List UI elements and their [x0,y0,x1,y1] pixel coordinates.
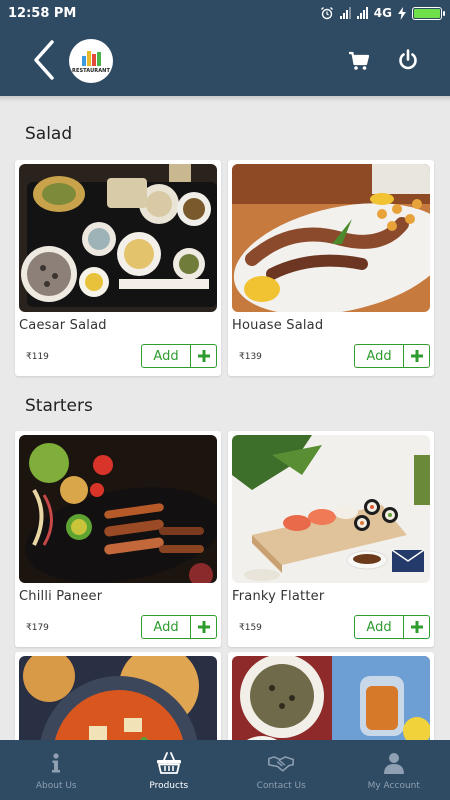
basket-icon [156,752,182,774]
nav-my-account[interactable]: My Account [338,740,450,800]
product-name: Chilli Paneer [19,589,103,604]
add-button[interactable]: Add [142,616,191,638]
product-price: ₹139 [239,352,262,362]
add-to-cart-control: Add [141,615,217,639]
battery-level [414,8,440,18]
increase-quantity-button[interactable] [404,616,429,638]
add-button[interactable]: Add [355,345,404,367]
increase-quantity-button[interactable] [191,345,216,367]
plus-icon [410,621,423,633]
product-name: Houase Salad [232,318,324,333]
product-price: ₹159 [239,623,262,633]
product-name: Caesar Salad [19,318,107,333]
product-card[interactable] [15,652,221,740]
app-header: RESTAURANT [0,26,450,96]
back-arrow-icon [34,40,54,80]
product-price: ₹119 [26,352,49,362]
nav-contact-us[interactable]: Contact Us [225,740,338,800]
bento-food-image [19,164,217,312]
curry-food-image [19,656,217,740]
signal-icon [356,7,368,19]
section-title-starters: Starters [25,396,93,416]
section-title-salad: Salad [25,124,73,144]
increase-quantity-button[interactable] [191,616,216,638]
plus-icon [410,350,423,362]
product-image[interactable] [19,435,217,583]
add-button[interactable]: Add [142,345,191,367]
back-button[interactable] [26,38,62,82]
nav-label: About Us [35,781,77,791]
add-button[interactable]: Add [355,616,404,638]
status-bar: 12:58 PM 4G [0,0,450,26]
cart-button[interactable] [348,50,370,72]
nav-about-us[interactable]: About Us [0,740,113,800]
product-image[interactable] [19,656,217,740]
calamari-food-image [232,164,430,312]
nav-label: My Account [367,781,420,791]
product-card[interactable]: Houase Salad ₹139 Add [228,160,434,376]
add-to-cart-control: Add [354,615,430,639]
power-icon [399,49,417,70]
status-time: 12:58 PM [8,5,77,21]
logout-button[interactable] [396,48,420,72]
product-card[interactable] [228,652,434,740]
info-icon [43,752,69,774]
product-name: Franky Flatter [232,589,325,604]
bottom-navigation: About Us Products Contact Us My Account [0,740,450,800]
product-price: ₹179 [26,623,49,633]
handshake-icon [268,752,295,774]
add-to-cart-control: Add [354,344,430,368]
battery-icon [412,6,445,20]
nav-products[interactable]: Products [113,740,226,800]
charging-icon [398,6,406,20]
logo-text: RESTAURANT [72,67,110,74]
plus-icon [197,621,210,633]
kebab-platter-image [19,435,217,583]
product-image[interactable] [19,164,217,312]
increase-quantity-button[interactable] [404,345,429,367]
status-icons: 4G [320,6,445,20]
nav-label: Contact Us [256,781,306,791]
sushi-platter-image [232,435,430,583]
cart-icon [349,51,370,70]
product-image[interactable] [232,656,430,740]
restaurant-logo: RESTAURANT [69,39,113,83]
add-to-cart-control: Add [141,344,217,368]
alarm-icon [320,7,333,20]
network-type: 4G [373,6,392,20]
product-card[interactable]: Franky Flatter ₹159 Add [228,431,434,647]
product-card[interactable]: Chilli Paneer ₹179 Add [15,431,221,647]
rice-and-pickle-image [232,656,430,740]
product-card[interactable]: Caesar Salad ₹119 Add [15,160,221,376]
user-icon [381,752,407,774]
signal-icon [339,7,351,19]
product-image[interactable] [232,164,430,312]
product-image[interactable] [232,435,430,583]
logo-icon [81,50,101,66]
product-list[interactable]: Salad Caesar Salad ₹119 Add Houase Salad… [0,96,450,740]
nav-label: Products [149,781,189,791]
plus-icon [197,350,210,362]
